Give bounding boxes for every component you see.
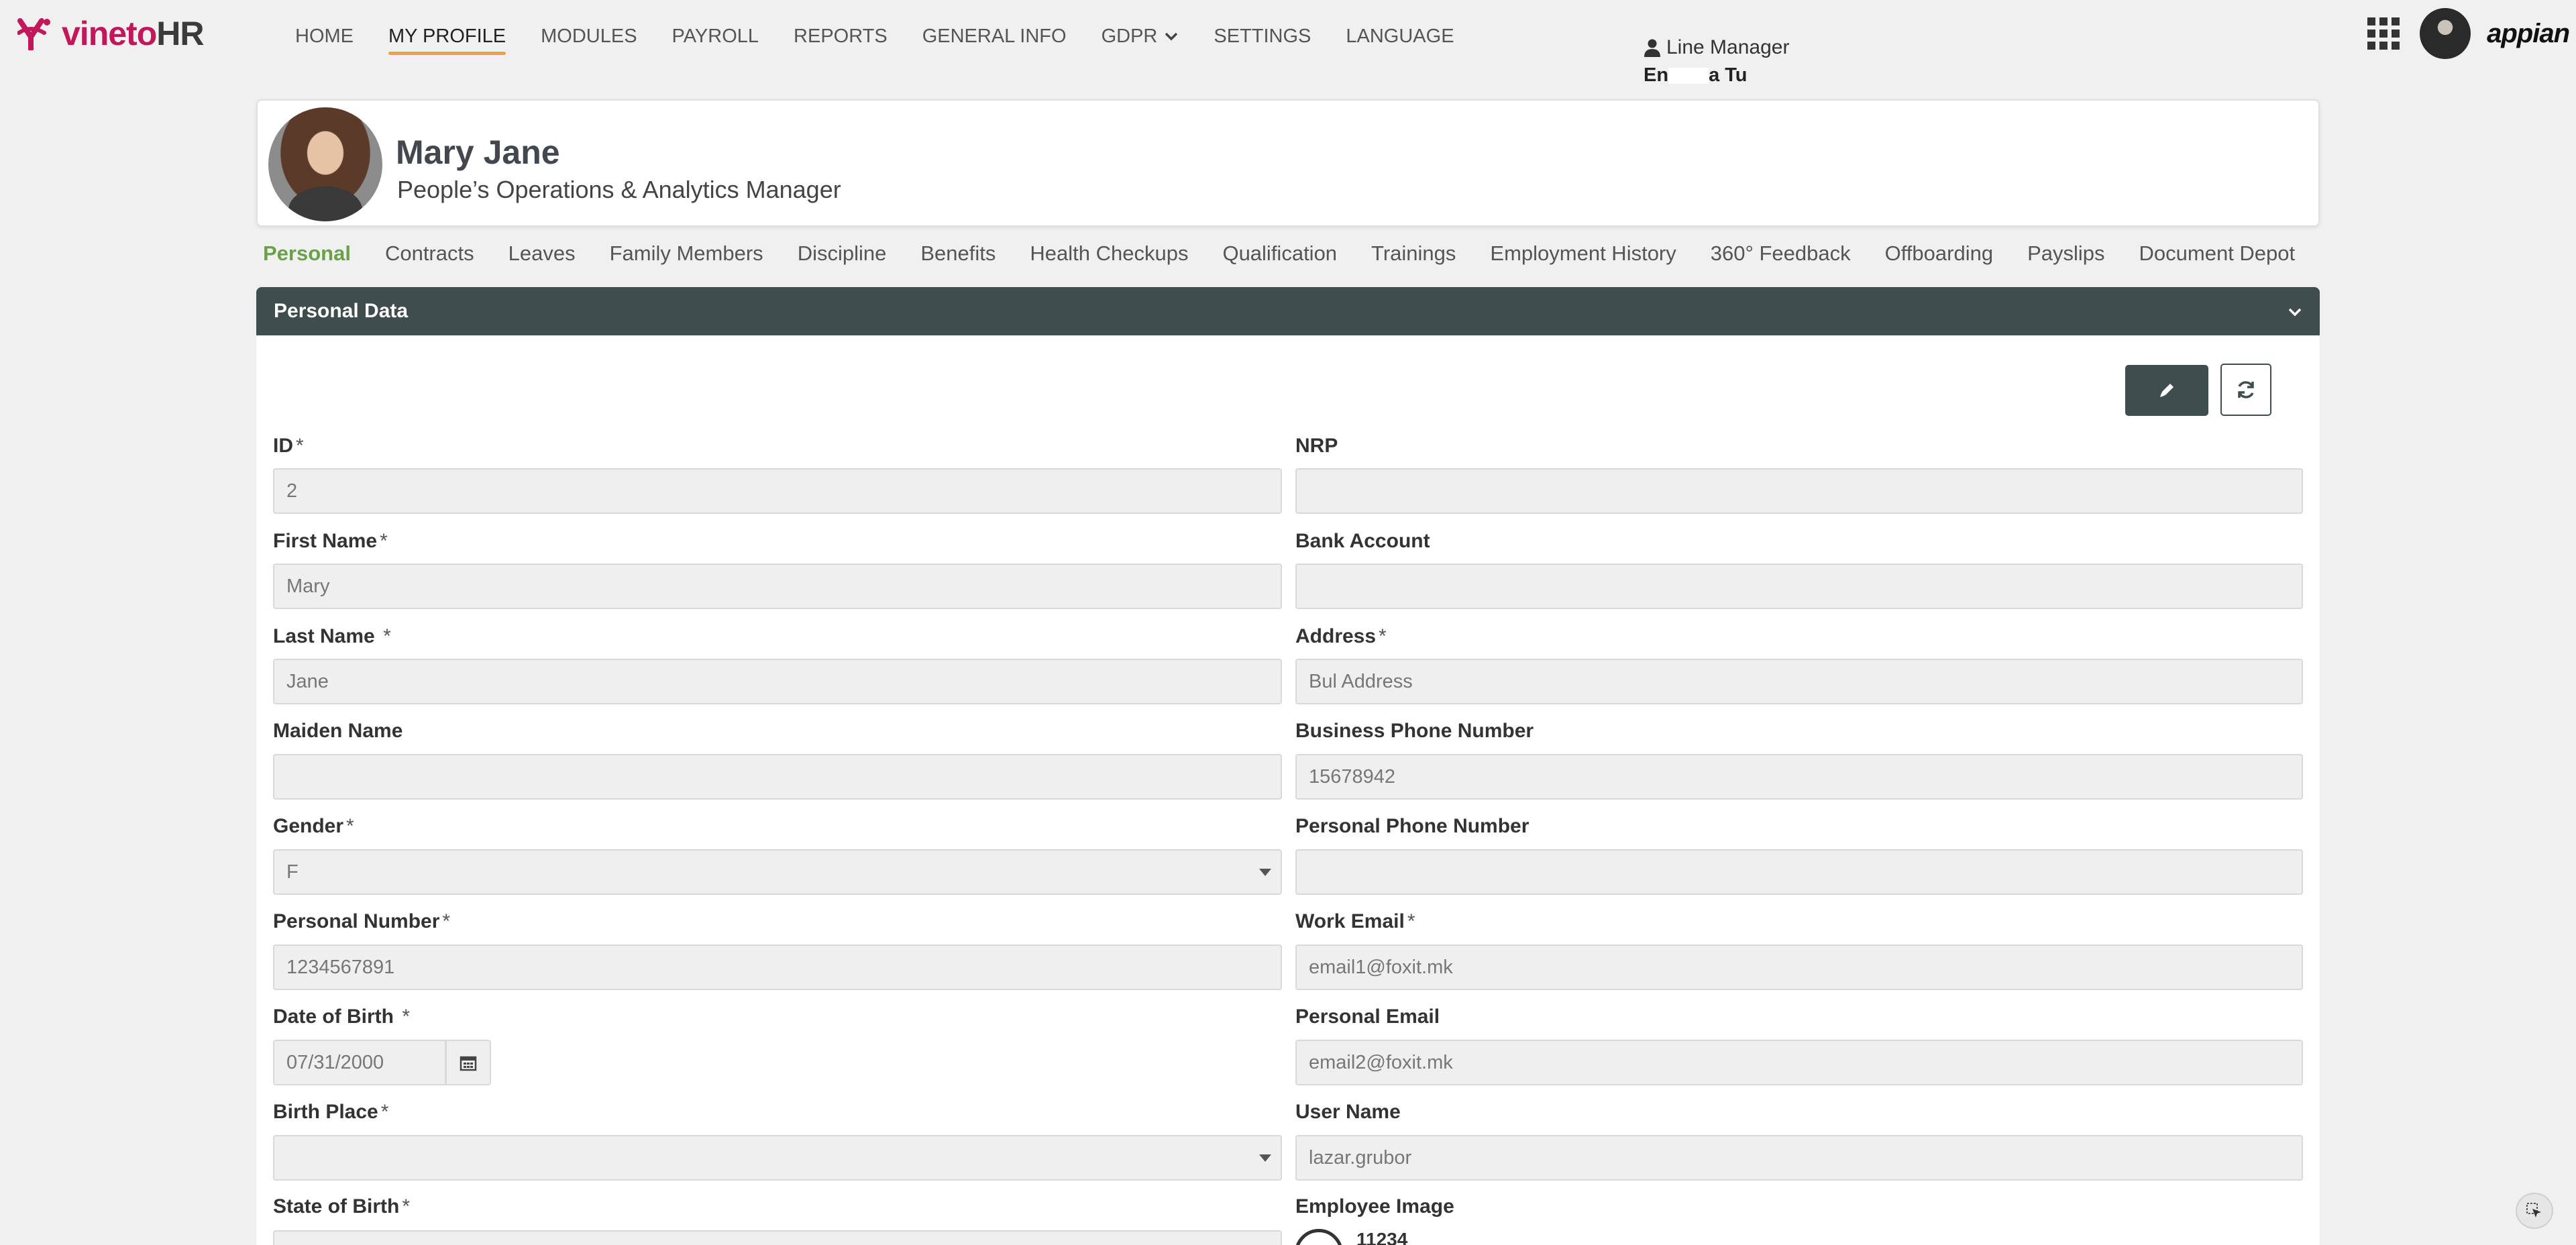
tab-360-feedback[interactable]: 360° Feedback [1711, 241, 1851, 266]
personal-data-header[interactable]: Personal Data [256, 287, 2320, 335]
refresh-button[interactable] [2220, 364, 2271, 416]
first-name-label: First Name * [273, 530, 388, 552]
caret-down-icon [1259, 1154, 1271, 1162]
profile-card: Mary Jane People’s Operations & Analytic… [256, 99, 2320, 227]
calendar-button[interactable] [445, 1040, 491, 1085]
personal-email-label: Personal Email [1295, 1006, 1440, 1028]
menu-item-home[interactable]: HOME [295, 19, 354, 54]
apps-grid-icon[interactable] [2367, 17, 2400, 50]
section-title: Personal Data [274, 300, 409, 322]
menu-item-gdpr[interactable]: GDPR [1102, 19, 1179, 54]
user-avatar[interactable] [2420, 8, 2471, 59]
cursor-select-button[interactable] [2516, 1193, 2553, 1229]
tab-offboarding[interactable]: Offboarding [1885, 241, 1993, 266]
id-field[interactable]: 2 [273, 468, 1282, 514]
calendar-icon [460, 1056, 477, 1071]
tab-health-checkups[interactable]: Health Checkups [1030, 241, 1188, 266]
line-manager-name[interactable]: En a Tu [1644, 64, 1748, 87]
id-label: ID * [273, 435, 304, 457]
gender-label: Gender * [273, 815, 354, 837]
menu-item-my-profile[interactable]: MY PROFILE [388, 19, 506, 55]
last-name-field[interactable]: Jane [273, 659, 1282, 704]
personal-email-field[interactable]: email2@foxit.mk [1295, 1040, 2303, 1085]
personal-phone-label: Personal Phone Number [1295, 815, 1529, 837]
first-name-field[interactable]: Mary [273, 563, 1282, 609]
chevron-down-icon[interactable] [2288, 305, 2302, 319]
nrp-field[interactable] [1295, 468, 2303, 514]
chevron-down-icon [1165, 32, 1178, 41]
bank-account-label: Bank Account [1295, 530, 1430, 552]
gender-select[interactable]: F [273, 849, 1282, 895]
logo-prefix: vineto [62, 15, 157, 52]
menu-item-reports[interactable]: REPORTS [794, 19, 888, 54]
work-email-label: Work Email * [1295, 910, 1415, 932]
profile-photo [268, 107, 382, 221]
address-field[interactable]: Bul Address [1295, 659, 2303, 704]
work-email-field[interactable]: email1@foxit.mk [1295, 944, 2303, 990]
logo-mark-icon [17, 18, 50, 50]
maiden-name-label: Maiden Name [273, 720, 403, 742]
menu-item-language[interactable]: LANGUAGE [1346, 19, 1454, 54]
tab-payslips[interactable]: Payslips [2027, 241, 2104, 266]
state-of-birth-field[interactable] [273, 1230, 1282, 1245]
caret-down-icon [1259, 869, 1271, 876]
employee-image-name: 11234 [1356, 1229, 1408, 1245]
tab-document-depot[interactable]: Document Depot [2139, 241, 2296, 266]
business-phone-label: Business Phone Number [1295, 720, 1534, 742]
birth-place-label: Birth Place * [273, 1101, 389, 1123]
logo-suffix: HR [156, 15, 204, 52]
last-name-label: Last Name * [273, 625, 391, 647]
tab-contracts[interactable]: Contracts [385, 241, 474, 266]
appian-logo: appian [2487, 18, 2570, 48]
date-of-birth-field[interactable]: 07/31/2000 [273, 1040, 446, 1085]
menu-item-modules[interactable]: MODULES [541, 19, 637, 54]
menu-item-settings[interactable]: SETTINGS [1214, 19, 1311, 54]
tab-employment-history[interactable]: Employment History [1490, 241, 1676, 266]
pencil-icon [2160, 384, 2174, 397]
personal-phone-field[interactable] [1295, 849, 2303, 895]
personal-number-label: Personal Number * [273, 910, 451, 932]
tab-discipline[interactable]: Discipline [798, 241, 887, 266]
business-phone-field[interactable]: 15678942 [1295, 754, 2303, 800]
address-label: Address * [1295, 625, 1387, 647]
profile-job-title: People’s Operations & Analytics Manager [397, 176, 841, 203]
profile-tabs: Personal Contracts Leaves Family Members… [263, 239, 2329, 268]
tab-family-members[interactable]: Family Members [610, 241, 763, 266]
edit-button[interactable] [2125, 365, 2208, 416]
tab-personal[interactable]: Personal [263, 241, 351, 266]
tab-trainings[interactable]: Trainings [1371, 241, 1456, 266]
cursor-icon [2526, 1203, 2541, 1217]
user-name-field[interactable]: lazar.grubor [1295, 1135, 2303, 1181]
menu-item-payroll[interactable]: PAYROLL [672, 19, 759, 54]
date-of-birth-label: Date of Birth * [273, 1006, 411, 1028]
personal-number-field[interactable]: 1234567891 [273, 944, 1282, 990]
bank-account-field[interactable] [1295, 563, 2303, 609]
employee-image[interactable]: 11234 [1295, 1229, 1407, 1245]
image-placeholder-icon [1295, 1229, 1343, 1245]
maiden-name-field[interactable] [273, 754, 1282, 800]
user-name-label: User Name [1295, 1101, 1401, 1123]
nrp-label: NRP [1295, 435, 1338, 457]
birth-place-select[interactable] [273, 1135, 1282, 1181]
main-menu: HOME MY PROFILE MODULES PAYROLL REPORTS … [295, 19, 1489, 55]
employee-image-label: Employee Image [1295, 1195, 1454, 1217]
menu-item-general-info[interactable]: GENERAL INFO [922, 19, 1067, 54]
vinetohr-logo[interactable]: vinetoHR [17, 15, 204, 52]
nav-right: appian [2367, 8, 2570, 59]
state-of-birth-label: State of Birth * [273, 1195, 411, 1217]
profile-name: Mary Jane [396, 133, 560, 171]
tab-benefits[interactable]: Benefits [920, 241, 996, 266]
refresh-icon [2238, 381, 2254, 398]
line-manager-label: Line Manager [1644, 36, 1789, 59]
top-navigation: vinetoHR HOME MY PROFILE MODULES PAYROLL… [0, 0, 2576, 66]
tab-leaves[interactable]: Leaves [508, 241, 576, 266]
tab-qualification[interactable]: Qualification [1222, 241, 1337, 266]
user-icon [1644, 39, 1660, 57]
